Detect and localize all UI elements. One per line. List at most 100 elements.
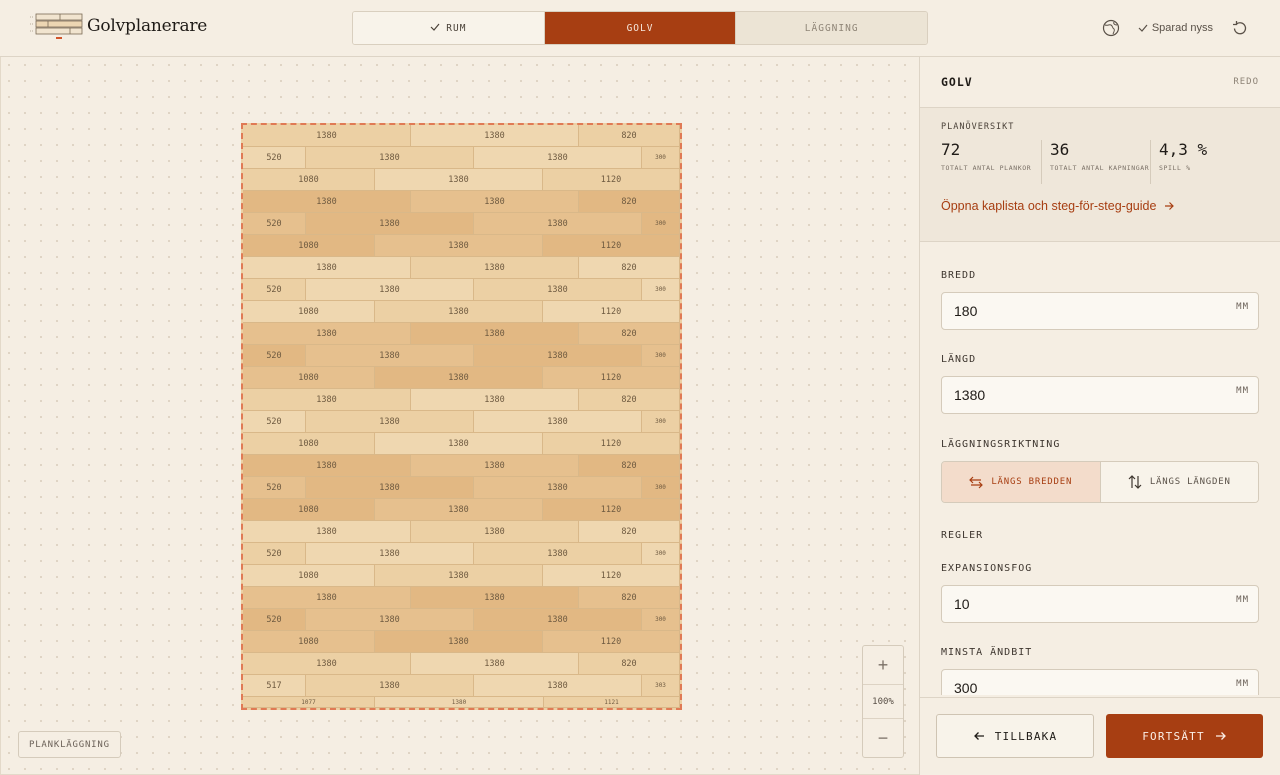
floor-plank[interactable]: 1380	[375, 235, 543, 257]
floor-plank[interactable]: 1380	[474, 147, 642, 169]
zoom-out-button[interactable]: −	[863, 719, 903, 757]
floor-plank[interactable]: 1380	[474, 543, 642, 565]
step-rum[interactable]: RUM	[353, 12, 544, 44]
floor-plank[interactable]: 300	[642, 609, 680, 631]
floor-plank[interactable]: 520	[243, 609, 306, 631]
floor-plank[interactable]: 1380	[411, 521, 579, 543]
floor-plank[interactable]: 1380	[474, 675, 642, 697]
floor-plank[interactable]: 1120	[543, 499, 680, 521]
floor-plank[interactable]: 1380	[243, 125, 411, 147]
floor-plank[interactable]: 1380	[243, 257, 411, 279]
floor-plank[interactable]: 300	[642, 147, 680, 169]
globe-icon[interactable]	[1102, 19, 1120, 37]
floor-plank[interactable]: 520	[243, 477, 306, 499]
back-button[interactable]: TILLBAKA	[936, 714, 1094, 758]
floor-plank[interactable]: 1380	[243, 389, 411, 411]
floor-plank[interactable]: 1380	[243, 191, 411, 213]
direction-width-option[interactable]: LÄNGS BREDDEN	[942, 462, 1100, 502]
floor-plank[interactable]: 1380	[306, 609, 474, 631]
floor-plank[interactable]: 1380	[306, 411, 474, 433]
floor-plank[interactable]: 1380	[474, 411, 642, 433]
floor-plank[interactable]: 1080	[243, 169, 375, 191]
floor-plank[interactable]: 1380	[411, 257, 579, 279]
floor-plank[interactable]: 520	[243, 543, 306, 565]
floor-plank[interactable]: 1120	[543, 367, 680, 389]
step-golv[interactable]: GOLV	[543, 12, 736, 44]
floor-plank[interactable]: 1380	[375, 169, 543, 191]
floor-plank[interactable]: 1380	[306, 279, 474, 301]
floor-plank[interactable]: 300	[642, 411, 680, 433]
floor-plank[interactable]: 300	[642, 543, 680, 565]
floor-plank[interactable]: 520	[243, 411, 306, 433]
floor-plank[interactable]: 517	[243, 675, 306, 697]
floor-plank[interactable]: 300	[642, 213, 680, 235]
floor-plank[interactable]: 520	[243, 213, 306, 235]
floor-plank[interactable]: 820	[579, 521, 680, 543]
floor-plank[interactable]: 1380	[306, 345, 474, 367]
floor-plank[interactable]: 1380	[306, 675, 474, 697]
floor-plank[interactable]: 1080	[243, 499, 375, 521]
floor-plank[interactable]: 1380	[411, 587, 579, 609]
floor-plank[interactable]: 1120	[543, 235, 680, 257]
floor-plank[interactable]: 1080	[243, 565, 375, 587]
floor-plank[interactable]: 1380	[375, 301, 543, 323]
floor-plank[interactable]: 1120	[543, 169, 680, 191]
floor-plank[interactable]: 1080	[243, 301, 375, 323]
floor-plank[interactable]: 820	[579, 653, 680, 675]
floor-plank[interactable]: 1380	[306, 477, 474, 499]
floor-plank[interactable]: 1380	[375, 697, 544, 708]
floor-plank[interactable]: 1380	[474, 213, 642, 235]
floor-plank[interactable]: 820	[579, 587, 680, 609]
floor-plank[interactable]: 820	[579, 389, 680, 411]
continue-button[interactable]: FORTSÄTT	[1106, 714, 1263, 758]
floor-plank[interactable]: 1380	[375, 631, 543, 653]
floor-plank[interactable]: 520	[243, 279, 306, 301]
floor-plank[interactable]: 1380	[411, 191, 579, 213]
floor-plank[interactable]: 1120	[543, 631, 680, 653]
floor-plank[interactable]: 1077	[243, 697, 375, 708]
floor-plank[interactable]: 1380	[411, 323, 579, 345]
floor-plank[interactable]: 520	[243, 147, 306, 169]
floor-plank[interactable]: 1080	[243, 235, 375, 257]
zoom-in-button[interactable]: +	[863, 646, 903, 684]
floor-plank[interactable]: 1380	[375, 367, 543, 389]
floor-plank[interactable]: 1380	[474, 279, 642, 301]
floor-plank[interactable]: 1120	[543, 565, 680, 587]
floor-plank[interactable]: 1380	[306, 213, 474, 235]
floor-plank[interactable]: 1380	[474, 477, 642, 499]
width-input[interactable]: 180 MM	[941, 292, 1259, 330]
floor-plank[interactable]: 520	[243, 345, 306, 367]
floor-plank[interactable]: 1380	[411, 455, 579, 477]
floor-plan[interactable]: 1380 1380 820 520 1380 1380 300 1080 1380 1120 138…	[241, 123, 682, 710]
floor-plank[interactable]: 1380	[411, 653, 579, 675]
cut-list-link[interactable]: Öppna kaplista och steg-för-steg-guide	[941, 199, 1259, 213]
floor-plank[interactable]: 1121	[544, 697, 680, 708]
length-input[interactable]: 1380 MM	[941, 376, 1259, 414]
min-end-input[interactable]: 300 MM	[941, 669, 1259, 695]
floor-plank[interactable]: 820	[579, 191, 680, 213]
direction-length-option[interactable]: LÄNGS LÄNGDEN	[1099, 462, 1258, 502]
floor-plank[interactable]: 820	[579, 455, 680, 477]
floor-plank[interactable]: 1380	[306, 147, 474, 169]
reset-icon[interactable]	[1231, 20, 1248, 37]
floor-plank[interactable]: 1380	[243, 587, 411, 609]
floor-plank[interactable]: 1080	[243, 433, 375, 455]
floor-plank[interactable]: 300	[642, 279, 680, 301]
floor-plank[interactable]: 1380	[243, 455, 411, 477]
floor-plank[interactable]: 300	[642, 477, 680, 499]
floor-plank[interactable]: 1380	[375, 499, 543, 521]
floor-plank[interactable]: 1120	[543, 433, 680, 455]
floor-plank[interactable]: 820	[579, 323, 680, 345]
floor-plank[interactable]: 1380	[243, 323, 411, 345]
floor-plank[interactable]: 303	[642, 675, 680, 697]
floor-plank[interactable]: 1080	[243, 367, 375, 389]
floor-plank[interactable]: 1380	[474, 609, 642, 631]
floor-plank[interactable]: 820	[579, 125, 680, 147]
floor-plank[interactable]: 820	[579, 257, 680, 279]
floor-plank[interactable]: 1380	[474, 345, 642, 367]
floor-plank[interactable]: 1080	[243, 631, 375, 653]
floor-plank[interactable]: 1380	[411, 125, 579, 147]
floor-plank[interactable]: 1380	[243, 521, 411, 543]
expansion-input[interactable]: 10 MM	[941, 585, 1259, 623]
floor-plank[interactable]: 1380	[306, 543, 474, 565]
